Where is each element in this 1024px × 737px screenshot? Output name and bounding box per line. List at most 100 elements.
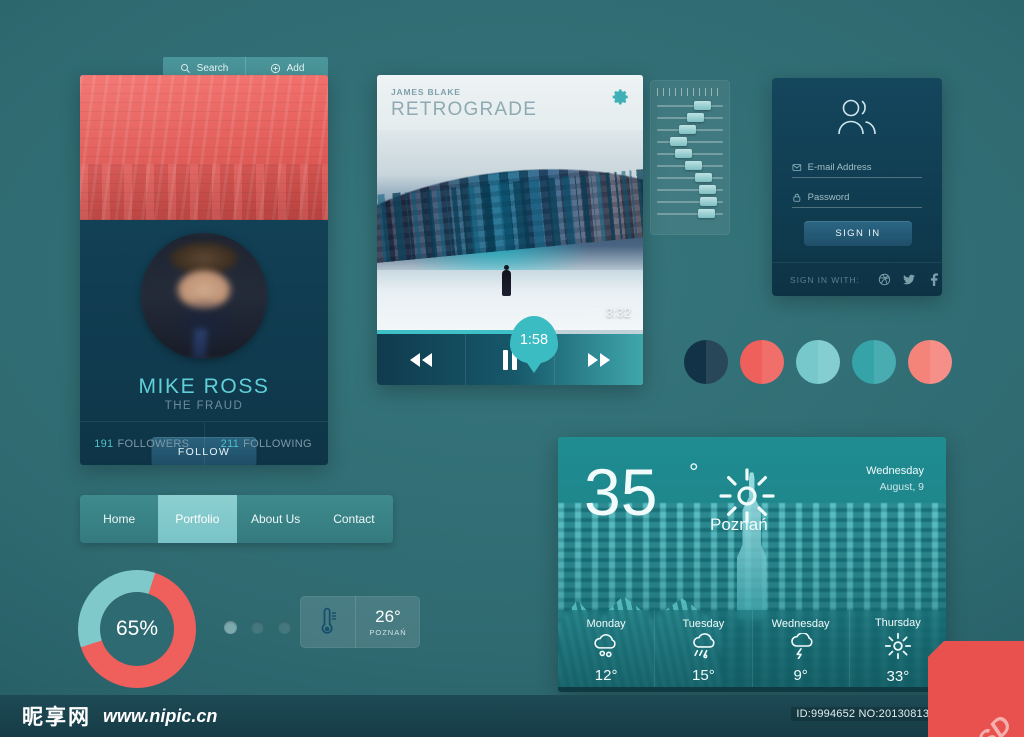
- add-label: Add: [286, 63, 305, 74]
- forecast-temp: 15°: [692, 667, 715, 684]
- equalizer-sliders: [657, 100, 723, 220]
- equalizer-knob[interactable]: [695, 173, 713, 182]
- followers-stat[interactable]: 191 FOLLOWERS: [80, 422, 204, 465]
- social-signin-label: SIGN IN WITH:: [790, 274, 860, 285]
- weather-temperature: 35: [584, 455, 658, 529]
- weather-widget: 35 ° Poznań Wednesday August, 9 Monday 12…: [558, 437, 946, 692]
- facebook-icon[interactable]: [928, 273, 941, 286]
- forecast-temp: 33°: [886, 668, 910, 685]
- following-count: 211: [220, 437, 240, 450]
- equalizer-slider-row: [657, 100, 723, 112]
- equalizer-slider-row: [657, 124, 723, 136]
- equalizer-knob[interactable]: [693, 101, 711, 110]
- cloud-rain-icon: [688, 633, 718, 664]
- album-artwork: [377, 130, 643, 330]
- equalizer-slider-row: [657, 112, 723, 124]
- forecast-item[interactable]: Thursday 33°: [848, 610, 946, 692]
- player-artist: JAMES BLAKE: [391, 87, 461, 97]
- nav-tabs: Home Portfolio About Us Contact: [80, 495, 393, 543]
- equalizer-panel: [650, 80, 730, 235]
- color-swatch-salmon[interactable]: [908, 340, 952, 384]
- equalizer-knob[interactable]: [700, 197, 718, 206]
- profile-cover-image: [80, 75, 328, 220]
- password-input[interactable]: [807, 192, 922, 203]
- email-input[interactable]: [807, 162, 922, 173]
- thermometer-icon-wrap: [300, 596, 356, 648]
- equalizer-slider-row: [657, 136, 723, 148]
- page-title: MIKE ROSS: [138, 375, 270, 398]
- watermark-logo: 昵享网: [22, 705, 91, 729]
- following-stat[interactable]: 211 FOLLOWING: [203, 422, 329, 465]
- tab-about-us[interactable]: About Us: [237, 495, 315, 543]
- equalizer-slider-row: [657, 184, 723, 196]
- profile-subtitle: THE FRAUD: [164, 400, 244, 412]
- cloud-storm-icon: [786, 632, 816, 664]
- donut-chart: 65%: [78, 570, 196, 688]
- color-swatch-coral-red[interactable]: [740, 340, 784, 384]
- thermometer-city: POZNAŃ: [369, 627, 407, 637]
- tab-contact[interactable]: Contact: [315, 495, 393, 543]
- color-swatch-light-teal[interactable]: [796, 340, 840, 384]
- twitter-icon[interactable]: [902, 273, 916, 286]
- equalizer-track[interactable]: [657, 177, 723, 179]
- social-signin-row: SIGN IN WITH:: [772, 262, 942, 296]
- envelope-icon: [792, 164, 802, 171]
- forward-button[interactable]: [554, 334, 643, 385]
- equalizer-knob[interactable]: [687, 113, 705, 122]
- plus-circle-icon: [270, 63, 280, 74]
- rewind-icon: [410, 352, 432, 367]
- weather-city: Poznań: [710, 515, 768, 534]
- equalizer-slider-row: [657, 208, 723, 220]
- forecast-item[interactable]: Tuesday 15°: [654, 610, 751, 692]
- password-field-row: [792, 188, 922, 208]
- users-icon: [838, 99, 876, 135]
- tab-home[interactable]: Home: [80, 495, 158, 543]
- donut-center-label: 65%: [100, 592, 174, 666]
- color-swatch-teal[interactable]: [852, 340, 896, 384]
- gear-icon[interactable]: [612, 88, 630, 106]
- pagination-dot[interactable]: [224, 621, 237, 634]
- equalizer-knob[interactable]: [679, 125, 697, 134]
- sign-in-button[interactable]: SIGN IN: [804, 221, 912, 246]
- watermark-url: www.nipic.cn: [103, 705, 218, 726]
- rewind-button[interactable]: [377, 334, 465, 385]
- email-field-row: [792, 158, 922, 178]
- forecast-item[interactable]: Wednesday 9°: [751, 610, 849, 692]
- equalizer-slider-row: [657, 196, 723, 208]
- equalizer-knob[interactable]: [697, 209, 715, 218]
- tab-portfolio[interactable]: Portfolio: [158, 495, 237, 543]
- color-swatch-dark-navy[interactable]: [684, 340, 728, 384]
- followers-count: 191: [94, 437, 114, 450]
- equalizer-knob[interactable]: [675, 149, 693, 158]
- forecast-temp: 9°: [793, 667, 808, 684]
- weather-date: August, 9: [879, 481, 924, 493]
- image-id-text: ID:9994652 NO:20130813093024324000: [791, 707, 1010, 721]
- equalizer-track[interactable]: [657, 141, 723, 143]
- player-current-time: 1:58: [519, 332, 549, 348]
- forecast-item[interactable]: Monday 12°: [558, 610, 654, 692]
- music-player: JAMES BLAKE RETROGRADE 3:32 1:58: [377, 75, 643, 385]
- equalizer-knob[interactable]: [684, 161, 702, 170]
- pagination-dot[interactable]: [251, 621, 264, 634]
- thermometer-temp: 26°: [375, 606, 401, 626]
- weather-bottom-bar: [558, 687, 946, 692]
- dribbble-icon[interactable]: [878, 273, 891, 286]
- thermometer-readout: 26° POZNAŃ: [356, 596, 420, 648]
- player-track-title: RETROGRADE: [391, 99, 538, 120]
- clock-icon: [590, 307, 601, 318]
- equalizer-knob[interactable]: [670, 137, 688, 146]
- forecast-day: Thursday: [874, 617, 921, 629]
- equalizer-slider-row: [657, 172, 723, 184]
- equalizer-track[interactable]: [657, 105, 723, 107]
- pagination-dot[interactable]: [278, 621, 291, 634]
- lock-icon: [793, 193, 801, 202]
- login-panel: SIGN IN SIGN IN WITH:: [772, 78, 942, 296]
- search-label: Search: [196, 63, 229, 74]
- sun-icon: [884, 632, 912, 665]
- thermometer-icon: [321, 607, 336, 634]
- weather-degree-symbol: °: [689, 459, 699, 486]
- player-total-time-group: 3:32: [590, 305, 631, 320]
- equalizer-ruler: [657, 88, 723, 96]
- thermometer-widget[interactable]: 26° POZNAŃ: [300, 596, 420, 648]
- equalizer-knob[interactable]: [699, 185, 717, 194]
